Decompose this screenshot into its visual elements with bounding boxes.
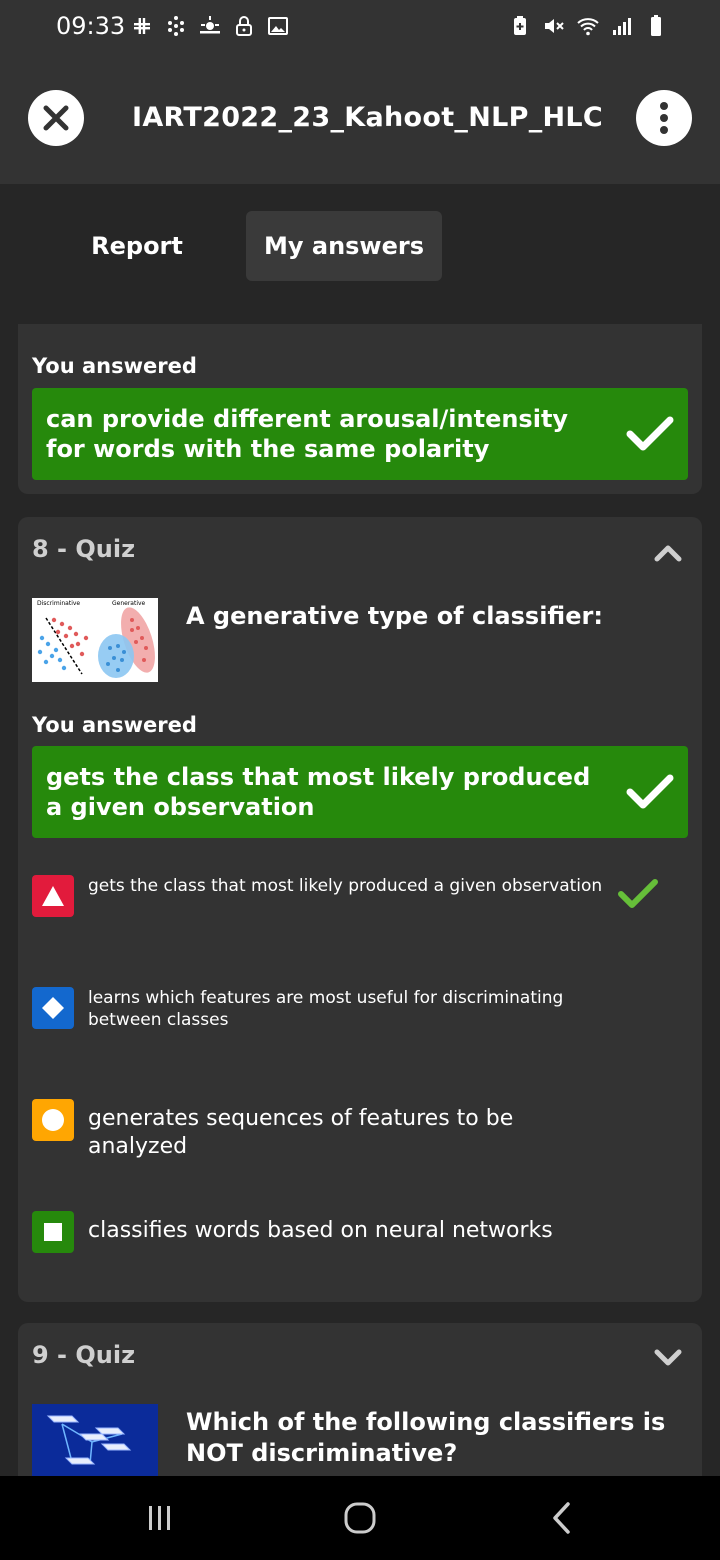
question-card-8: 8 - Quiz Discriminative Generative A gen… bbox=[18, 517, 702, 1302]
triangle-icon bbox=[32, 875, 74, 917]
dots-grid-icon bbox=[168, 16, 184, 36]
close-button[interactable] bbox=[28, 90, 84, 146]
you-answered-label: You answered bbox=[32, 354, 197, 378]
system-nav-bar bbox=[0, 1476, 720, 1560]
question-card-9[interactable]: 9 - Quiz Which of the following classifi… bbox=[18, 1323, 702, 1476]
signal-icon bbox=[613, 18, 631, 35]
recent-apps-button[interactable] bbox=[136, 1496, 184, 1540]
lock-icon bbox=[236, 16, 252, 36]
question-image: Discriminative Generative bbox=[32, 598, 158, 682]
answer-option-text: classifies words based on neural network… bbox=[88, 1218, 553, 1243]
battery-icon bbox=[651, 15, 661, 36]
answer-option-text: gets the class that most likely produced… bbox=[88, 876, 603, 896]
question-card-7: You answered can provide different arous… bbox=[18, 324, 702, 494]
tab-my-answers[interactable]: My answers bbox=[246, 211, 442, 281]
question-heading: 8 - Quiz bbox=[32, 535, 136, 563]
question-text: Which of the following classifiers is NO… bbox=[186, 1408, 666, 1467]
more-options-button[interactable] bbox=[636, 90, 692, 146]
app-bar: IART2022_23_Kahoot_NLP_HLC bbox=[0, 52, 720, 184]
answers-list[interactable]: You answered can provide different arous… bbox=[0, 324, 720, 1476]
page-title: IART2022_23_Kahoot_NLP_HLC bbox=[132, 102, 604, 133]
answer-option-2: learns which features are most useful fo… bbox=[32, 987, 688, 1047]
square-icon bbox=[32, 1211, 74, 1253]
checkmark-icon bbox=[626, 774, 674, 809]
answer-option-1: gets the class that most likely produced… bbox=[32, 875, 688, 935]
home-button[interactable] bbox=[336, 1496, 384, 1540]
slack-icon bbox=[134, 18, 150, 34]
recent-apps-icon bbox=[149, 1506, 170, 1530]
circle-icon bbox=[32, 1099, 74, 1141]
home-icon bbox=[344, 1502, 376, 1534]
close-icon bbox=[43, 105, 69, 131]
tab-bar: Report My answers bbox=[0, 184, 720, 324]
chevron-up-icon[interactable] bbox=[654, 544, 682, 562]
answer-option-4: classifies words based on neural network… bbox=[32, 1211, 688, 1271]
thumb-label-discriminative: Discriminative bbox=[37, 600, 80, 607]
tab-report[interactable]: Report bbox=[70, 211, 204, 281]
status-icons-right bbox=[508, 12, 668, 40]
selected-answer-text: gets the class that most likely produced… bbox=[46, 763, 591, 821]
selected-answer: gets the class that most likely produced… bbox=[32, 746, 688, 838]
diamond-icon bbox=[32, 987, 74, 1029]
status-time: 09:33 bbox=[56, 12, 126, 40]
question-text: A generative type of classifier: bbox=[186, 602, 603, 630]
chevron-down-icon[interactable] bbox=[654, 1349, 682, 1367]
battery-saver-icon bbox=[514, 16, 526, 35]
selected-answer-text: can provide different arousal/intensity … bbox=[46, 405, 569, 463]
thumb-label-generative: Generative bbox=[112, 600, 146, 607]
correct-check-icon bbox=[618, 879, 658, 908]
more-vertical-icon bbox=[660, 102, 668, 134]
answer-option-text: learns which features are most useful fo… bbox=[88, 988, 564, 1030]
mute-icon bbox=[545, 19, 564, 33]
image-icon bbox=[268, 17, 288, 35]
status-bar: 09:33 bbox=[0, 0, 720, 52]
answer-option-text: generates sequences of features to be an… bbox=[88, 1106, 514, 1159]
checkmark-icon bbox=[626, 416, 674, 451]
you-answered-label: You answered bbox=[32, 713, 197, 737]
status-icons-left bbox=[130, 12, 290, 40]
back-icon bbox=[553, 1502, 570, 1534]
weather-icon bbox=[200, 16, 220, 34]
question-image bbox=[32, 1404, 158, 1476]
answer-option-3: generates sequences of features to be an… bbox=[32, 1099, 688, 1159]
question-heading: 9 - Quiz bbox=[32, 1341, 136, 1369]
back-button[interactable] bbox=[538, 1496, 586, 1540]
selected-answer: can provide different arousal/intensity … bbox=[32, 388, 688, 480]
wifi-icon bbox=[577, 18, 599, 36]
